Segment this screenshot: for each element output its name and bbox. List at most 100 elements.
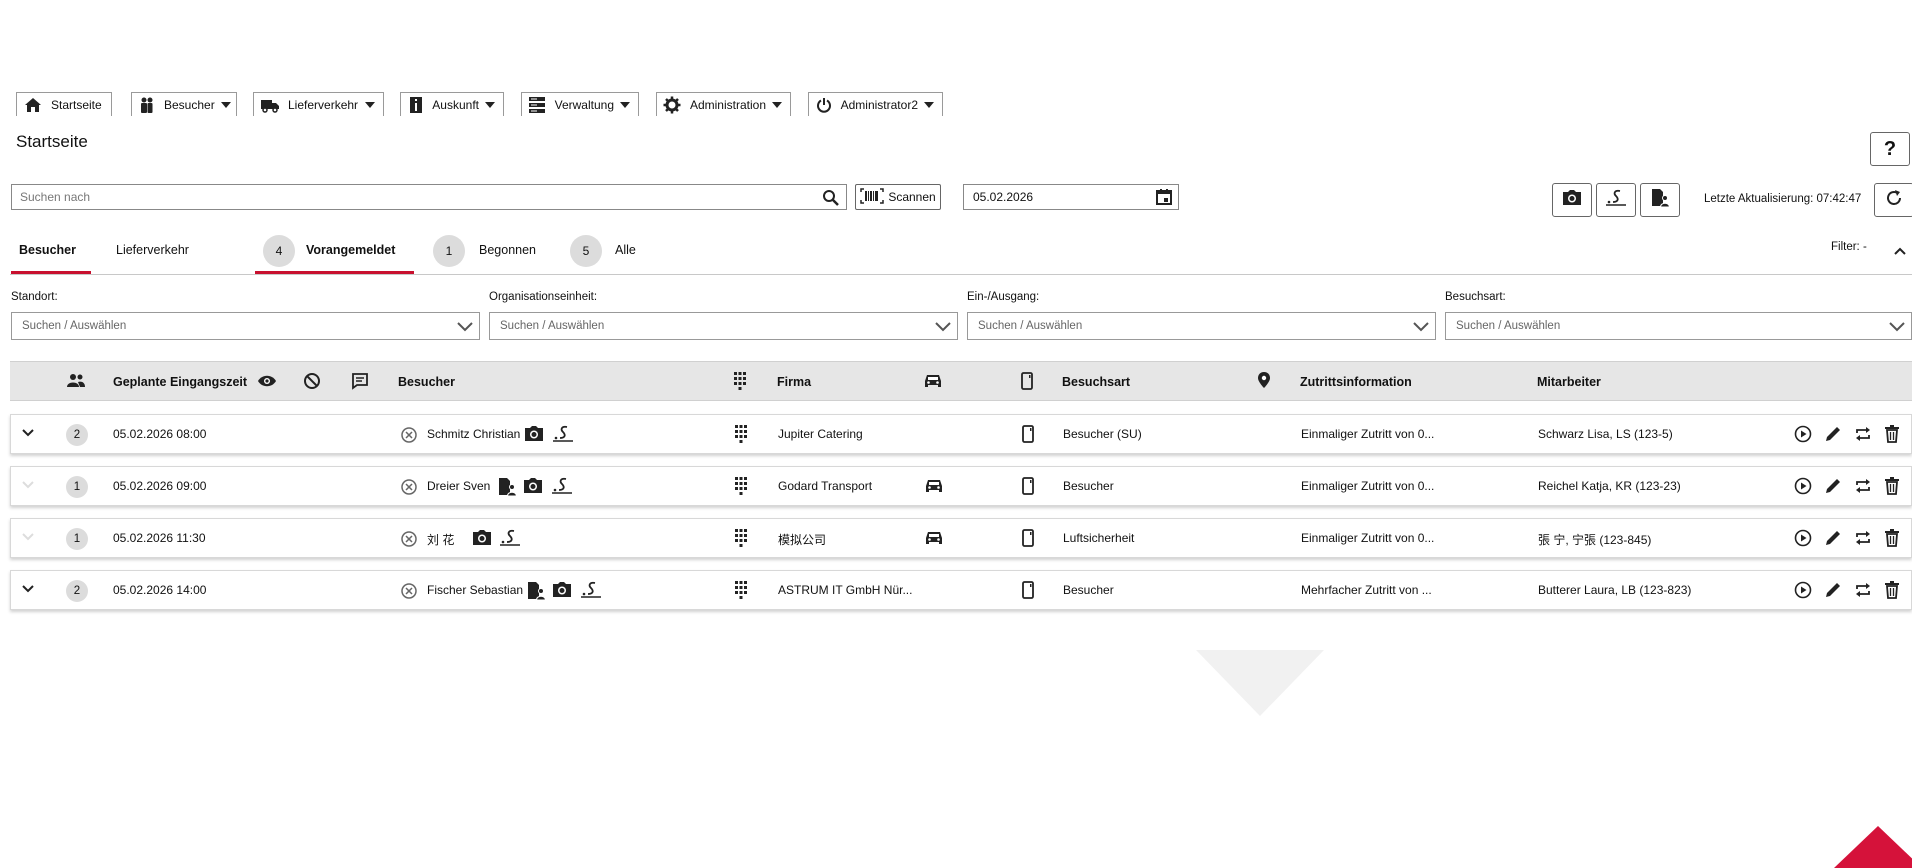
tab-besucher[interactable]: Besucher xyxy=(19,243,76,257)
photo-button[interactable] xyxy=(1552,183,1592,217)
delete-icon[interactable] xyxy=(1884,529,1900,547)
search-input[interactable]: Suchen nach xyxy=(11,184,847,210)
play-icon[interactable] xyxy=(1794,477,1812,495)
tab-vorangemeldet[interactable]: Vorangemeldet xyxy=(306,243,395,257)
play-icon[interactable] xyxy=(1794,529,1812,547)
transfer-icon[interactable] xyxy=(1854,529,1872,547)
signature-icon[interactable] xyxy=(580,581,602,599)
play-icon[interactable] xyxy=(1794,425,1812,443)
table-row[interactable]: 1 05.02.2026 09:00 Dreier Sven Godard Tr… xyxy=(10,466,1912,506)
car-icon[interactable] xyxy=(924,478,944,494)
nav-besucher[interactable]: Besucher xyxy=(131,92,237,116)
block-icon[interactable] xyxy=(303,372,321,390)
people-icon[interactable] xyxy=(66,373,86,389)
phone-icon[interactable] xyxy=(1021,372,1033,390)
tab-alle[interactable]: Alle xyxy=(615,243,636,257)
keypad-icon[interactable] xyxy=(733,371,747,391)
phone-icon[interactable] xyxy=(1022,425,1034,443)
checkin-status-icon[interactable] xyxy=(400,530,418,548)
signature-icon[interactable] xyxy=(499,529,521,547)
signature-icon[interactable] xyxy=(552,425,574,443)
cell-visitor[interactable]: Schmitz Christian xyxy=(427,427,520,441)
column-zutrittsinformation[interactable]: Zutrittsinformation xyxy=(1300,375,1412,389)
column-eingangszeit[interactable]: Geplante Eingangszeit xyxy=(113,375,247,389)
expand-chevron-icon[interactable] xyxy=(21,532,35,542)
cell-visitor[interactable]: 刘 花 xyxy=(427,531,454,548)
checkin-status-icon[interactable] xyxy=(400,426,418,444)
table-row[interactable]: 2 05.02.2026 08:00 Schmitz Christian Jup… xyxy=(10,414,1912,454)
edit-icon[interactable] xyxy=(1824,425,1842,443)
page-title: Startseite xyxy=(16,132,88,151)
collapse-filter-icon[interactable] xyxy=(1893,243,1907,261)
eye-icon[interactable] xyxy=(257,374,277,388)
expand-chevron-icon[interactable] xyxy=(21,428,35,438)
transfer-icon[interactable] xyxy=(1854,477,1872,495)
ein-ausgang-select[interactable]: Suchen / Auswählen xyxy=(967,312,1436,340)
refresh-button[interactable] xyxy=(1874,183,1912,217)
camera-icon[interactable] xyxy=(472,530,492,546)
standort-select[interactable]: Suchen / Auswählen xyxy=(11,312,480,340)
edit-icon[interactable] xyxy=(1824,477,1842,495)
camera-icon[interactable] xyxy=(524,426,544,442)
car-icon[interactable] xyxy=(924,530,944,546)
nav-startseite[interactable]: Startseite xyxy=(16,92,112,116)
scan-button[interactable]: Scannen xyxy=(855,184,941,210)
nav-verwaltung[interactable]: Verwaltung xyxy=(521,92,639,116)
nav-user-menu[interactable]: Administrator2 xyxy=(808,92,943,116)
transfer-icon[interactable] xyxy=(1854,581,1872,599)
car-icon[interactable] xyxy=(923,373,943,389)
besuchsart-select[interactable]: Suchen / Auswählen xyxy=(1445,312,1912,340)
nav-auskunft[interactable]: Auskunft xyxy=(400,92,504,116)
column-firma[interactable]: Firma xyxy=(777,375,811,389)
nav-administration[interactable]: Administration xyxy=(656,92,791,116)
info-icon xyxy=(407,96,424,114)
keypad-icon[interactable] xyxy=(734,580,748,600)
expand-chevron-icon[interactable] xyxy=(21,480,35,490)
cell-access-info: Mehrfacher Zutritt von ... xyxy=(1301,583,1432,597)
chevron-down-icon xyxy=(457,320,473,335)
edit-icon[interactable] xyxy=(1824,529,1842,547)
tab-begonnen[interactable]: Begonnen xyxy=(479,243,536,257)
document-person-icon[interactable] xyxy=(526,581,546,601)
calendar-icon[interactable] xyxy=(1156,189,1172,208)
date-input[interactable]: 05.02.2026 xyxy=(963,184,1179,210)
phone-icon[interactable] xyxy=(1022,581,1034,599)
brand-corner-triangle xyxy=(1834,826,1912,868)
table-row[interactable]: 1 05.02.2026 11:30 刘 花 模拟公司 Luftsicherhe… xyxy=(10,518,1912,558)
location-pin-icon[interactable] xyxy=(1257,371,1271,389)
checkin-status-icon[interactable] xyxy=(400,478,418,496)
column-besuchsart[interactable]: Besuchsart xyxy=(1062,375,1130,389)
signature-button[interactable] xyxy=(1596,183,1636,217)
checkin-status-icon[interactable] xyxy=(400,582,418,600)
table-row[interactable]: 2 05.02.2026 14:00 Fischer Sebastian AST… xyxy=(10,570,1912,610)
column-besucher[interactable]: Besucher xyxy=(398,375,455,389)
camera-icon[interactable] xyxy=(523,478,543,494)
cell-visitor[interactable]: Dreier Sven xyxy=(427,479,490,493)
search-icon[interactable] xyxy=(822,189,840,210)
phone-icon[interactable] xyxy=(1022,477,1034,495)
cell-company: Jupiter Catering xyxy=(778,427,863,441)
comment-icon[interactable] xyxy=(351,372,369,390)
column-mitarbeiter[interactable]: Mitarbeiter xyxy=(1537,375,1601,389)
keypad-icon[interactable] xyxy=(734,528,748,548)
organisationseinheit-select[interactable]: Suchen / Auswählen xyxy=(489,312,958,340)
keypad-icon[interactable] xyxy=(734,476,748,496)
delete-icon[interactable] xyxy=(1884,477,1900,495)
transfer-icon[interactable] xyxy=(1854,425,1872,443)
cell-visitor[interactable]: Fischer Sebastian xyxy=(427,583,523,597)
nav-lieferverkehr[interactable]: Lieferverkehr xyxy=(253,92,384,116)
camera-icon[interactable] xyxy=(552,582,572,598)
help-button[interactable]: ? xyxy=(1870,132,1910,166)
phone-icon[interactable] xyxy=(1022,529,1034,547)
expand-chevron-icon[interactable] xyxy=(21,584,35,594)
keypad-icon[interactable] xyxy=(734,424,748,444)
tab-lieferverkehr[interactable]: Lieferverkehr xyxy=(116,243,189,257)
delete-icon[interactable] xyxy=(1884,581,1900,599)
document-button[interactable] xyxy=(1640,183,1680,217)
nav-label: Lieferverkehr xyxy=(288,97,359,112)
signature-icon[interactable] xyxy=(551,477,573,495)
document-person-icon[interactable] xyxy=(497,477,517,497)
edit-icon[interactable] xyxy=(1824,581,1842,599)
delete-icon[interactable] xyxy=(1884,425,1900,443)
play-icon[interactable] xyxy=(1794,581,1812,599)
